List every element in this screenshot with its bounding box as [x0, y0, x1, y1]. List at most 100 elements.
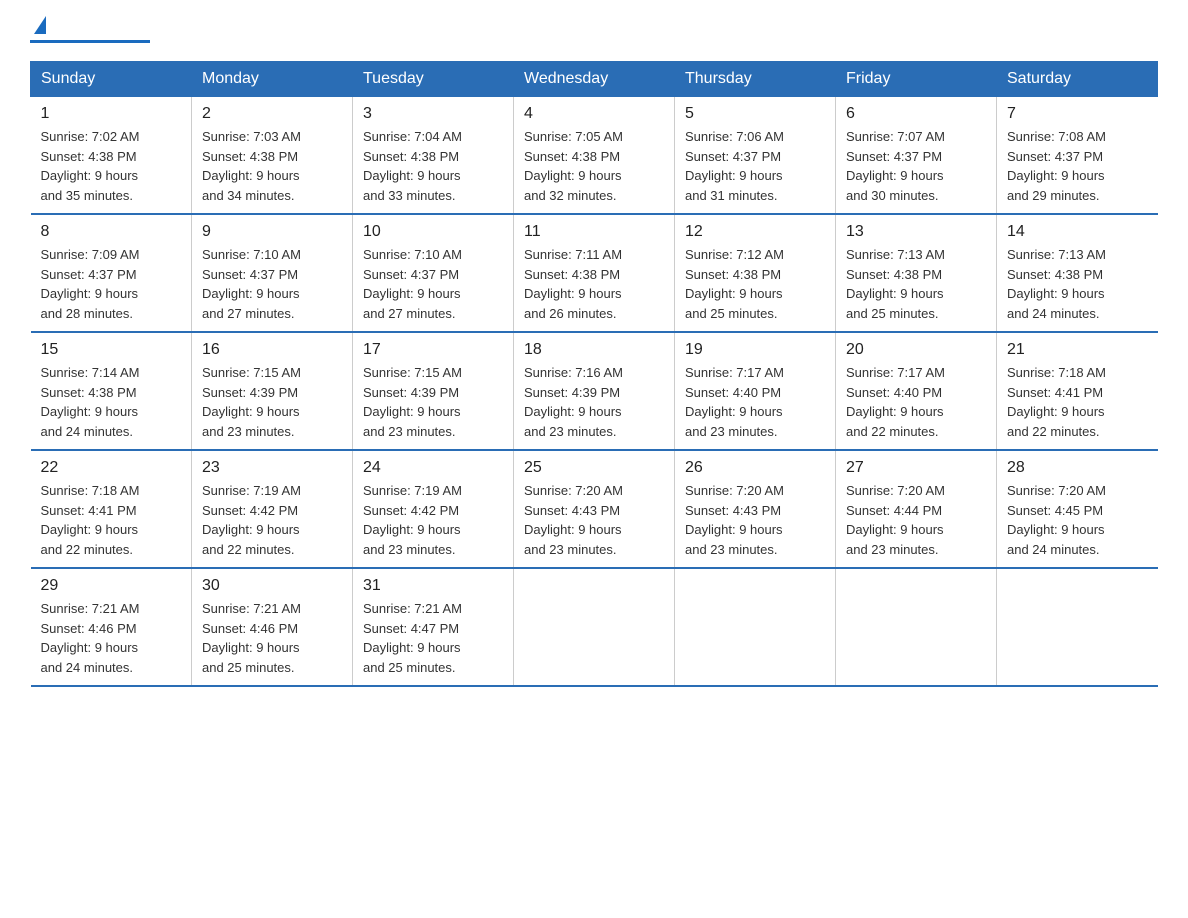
- day-number: 18: [524, 341, 664, 359]
- calendar-day-cell: 3 Sunrise: 7:04 AM Sunset: 4:38 PM Dayli…: [353, 97, 514, 215]
- calendar-day-cell: 29 Sunrise: 7:21 AM Sunset: 4:46 PM Dayl…: [31, 568, 192, 686]
- calendar-week-row: 15 Sunrise: 7:14 AM Sunset: 4:38 PM Dayl…: [31, 332, 1158, 450]
- day-number: 31: [363, 577, 503, 595]
- day-info: Sunrise: 7:20 AM Sunset: 4:44 PM Dayligh…: [846, 481, 986, 559]
- logo: [30, 20, 150, 43]
- day-info: Sunrise: 7:11 AM Sunset: 4:38 PM Dayligh…: [524, 245, 664, 323]
- day-number: 15: [41, 341, 182, 359]
- day-info: Sunrise: 7:10 AM Sunset: 4:37 PM Dayligh…: [202, 245, 342, 323]
- empty-cell: [836, 568, 997, 686]
- day-number: 19: [685, 341, 825, 359]
- day-number: 16: [202, 341, 342, 359]
- day-number: 26: [685, 459, 825, 477]
- calendar-day-cell: 12 Sunrise: 7:12 AM Sunset: 4:38 PM Dayl…: [675, 214, 836, 332]
- empty-cell: [675, 568, 836, 686]
- day-info: Sunrise: 7:21 AM Sunset: 4:47 PM Dayligh…: [363, 599, 503, 677]
- day-info: Sunrise: 7:17 AM Sunset: 4:40 PM Dayligh…: [685, 363, 825, 441]
- day-info: Sunrise: 7:20 AM Sunset: 4:45 PM Dayligh…: [1007, 481, 1148, 559]
- day-number: 3: [363, 105, 503, 123]
- day-number: 21: [1007, 341, 1148, 359]
- calendar-day-cell: 21 Sunrise: 7:18 AM Sunset: 4:41 PM Dayl…: [997, 332, 1158, 450]
- calendar-day-cell: 10 Sunrise: 7:10 AM Sunset: 4:37 PM Dayl…: [353, 214, 514, 332]
- calendar-day-cell: 28 Sunrise: 7:20 AM Sunset: 4:45 PM Dayl…: [997, 450, 1158, 568]
- calendar-week-row: 22 Sunrise: 7:18 AM Sunset: 4:41 PM Dayl…: [31, 450, 1158, 568]
- day-info: Sunrise: 7:08 AM Sunset: 4:37 PM Dayligh…: [1007, 127, 1148, 205]
- calendar-day-cell: 26 Sunrise: 7:20 AM Sunset: 4:43 PM Dayl…: [675, 450, 836, 568]
- calendar-day-cell: 19 Sunrise: 7:17 AM Sunset: 4:40 PM Dayl…: [675, 332, 836, 450]
- calendar-header-row: SundayMondayTuesdayWednesdayThursdayFrid…: [31, 62, 1158, 97]
- empty-cell: [514, 568, 675, 686]
- calendar-day-cell: 17 Sunrise: 7:15 AM Sunset: 4:39 PM Dayl…: [353, 332, 514, 450]
- day-info: Sunrise: 7:13 AM Sunset: 4:38 PM Dayligh…: [846, 245, 986, 323]
- day-number: 25: [524, 459, 664, 477]
- day-number: 4: [524, 105, 664, 123]
- day-info: Sunrise: 7:20 AM Sunset: 4:43 PM Dayligh…: [685, 481, 825, 559]
- day-info: Sunrise: 7:12 AM Sunset: 4:38 PM Dayligh…: [685, 245, 825, 323]
- calendar-day-cell: 30 Sunrise: 7:21 AM Sunset: 4:46 PM Dayl…: [192, 568, 353, 686]
- calendar-day-cell: 1 Sunrise: 7:02 AM Sunset: 4:38 PM Dayli…: [31, 97, 192, 215]
- day-number: 6: [846, 105, 986, 123]
- calendar-day-cell: 7 Sunrise: 7:08 AM Sunset: 4:37 PM Dayli…: [997, 97, 1158, 215]
- day-number: 20: [846, 341, 986, 359]
- calendar-week-row: 29 Sunrise: 7:21 AM Sunset: 4:46 PM Dayl…: [31, 568, 1158, 686]
- day-number: 17: [363, 341, 503, 359]
- day-info: Sunrise: 7:06 AM Sunset: 4:37 PM Dayligh…: [685, 127, 825, 205]
- logo-line: [30, 40, 150, 43]
- day-info: Sunrise: 7:18 AM Sunset: 4:41 PM Dayligh…: [1007, 363, 1148, 441]
- day-number: 8: [41, 223, 182, 241]
- day-number: 24: [363, 459, 503, 477]
- day-number: 12: [685, 223, 825, 241]
- day-info: Sunrise: 7:15 AM Sunset: 4:39 PM Dayligh…: [202, 363, 342, 441]
- calendar-week-row: 8 Sunrise: 7:09 AM Sunset: 4:37 PM Dayli…: [31, 214, 1158, 332]
- day-info: Sunrise: 7:10 AM Sunset: 4:37 PM Dayligh…: [363, 245, 503, 323]
- header-sunday: Sunday: [31, 62, 192, 97]
- day-number: 7: [1007, 105, 1148, 123]
- day-number: 27: [846, 459, 986, 477]
- day-info: Sunrise: 7:15 AM Sunset: 4:39 PM Dayligh…: [363, 363, 503, 441]
- day-number: 22: [41, 459, 182, 477]
- calendar-day-cell: 31 Sunrise: 7:21 AM Sunset: 4:47 PM Dayl…: [353, 568, 514, 686]
- header-friday: Friday: [836, 62, 997, 97]
- calendar-day-cell: 23 Sunrise: 7:19 AM Sunset: 4:42 PM Dayl…: [192, 450, 353, 568]
- calendar-table: SundayMondayTuesdayWednesdayThursdayFrid…: [30, 61, 1158, 687]
- calendar-day-cell: 9 Sunrise: 7:10 AM Sunset: 4:37 PM Dayli…: [192, 214, 353, 332]
- day-info: Sunrise: 7:17 AM Sunset: 4:40 PM Dayligh…: [846, 363, 986, 441]
- calendar-day-cell: 13 Sunrise: 7:13 AM Sunset: 4:38 PM Dayl…: [836, 214, 997, 332]
- day-info: Sunrise: 7:04 AM Sunset: 4:38 PM Dayligh…: [363, 127, 503, 205]
- header-thursday: Thursday: [675, 62, 836, 97]
- day-number: 23: [202, 459, 342, 477]
- day-number: 9: [202, 223, 342, 241]
- calendar-day-cell: 18 Sunrise: 7:16 AM Sunset: 4:39 PM Dayl…: [514, 332, 675, 450]
- calendar-week-row: 1 Sunrise: 7:02 AM Sunset: 4:38 PM Dayli…: [31, 97, 1158, 215]
- calendar-day-cell: 22 Sunrise: 7:18 AM Sunset: 4:41 PM Dayl…: [31, 450, 192, 568]
- logo-triangle-icon: [34, 16, 46, 34]
- calendar-day-cell: 5 Sunrise: 7:06 AM Sunset: 4:37 PM Dayli…: [675, 97, 836, 215]
- empty-cell: [997, 568, 1158, 686]
- calendar-day-cell: 20 Sunrise: 7:17 AM Sunset: 4:40 PM Dayl…: [836, 332, 997, 450]
- day-number: 10: [363, 223, 503, 241]
- day-info: Sunrise: 7:19 AM Sunset: 4:42 PM Dayligh…: [363, 481, 503, 559]
- day-number: 11: [524, 223, 664, 241]
- day-info: Sunrise: 7:02 AM Sunset: 4:38 PM Dayligh…: [41, 127, 182, 205]
- calendar-day-cell: 24 Sunrise: 7:19 AM Sunset: 4:42 PM Dayl…: [353, 450, 514, 568]
- calendar-day-cell: 14 Sunrise: 7:13 AM Sunset: 4:38 PM Dayl…: [997, 214, 1158, 332]
- calendar-day-cell: 6 Sunrise: 7:07 AM Sunset: 4:37 PM Dayli…: [836, 97, 997, 215]
- day-number: 28: [1007, 459, 1148, 477]
- day-info: Sunrise: 7:09 AM Sunset: 4:37 PM Dayligh…: [41, 245, 182, 323]
- day-info: Sunrise: 7:20 AM Sunset: 4:43 PM Dayligh…: [524, 481, 664, 559]
- day-number: 30: [202, 577, 342, 595]
- calendar-day-cell: 16 Sunrise: 7:15 AM Sunset: 4:39 PM Dayl…: [192, 332, 353, 450]
- header-monday: Monday: [192, 62, 353, 97]
- day-info: Sunrise: 7:21 AM Sunset: 4:46 PM Dayligh…: [41, 599, 182, 677]
- day-number: 2: [202, 105, 342, 123]
- header-wednesday: Wednesday: [514, 62, 675, 97]
- day-info: Sunrise: 7:18 AM Sunset: 4:41 PM Dayligh…: [41, 481, 182, 559]
- day-number: 29: [41, 577, 182, 595]
- day-number: 14: [1007, 223, 1148, 241]
- day-info: Sunrise: 7:13 AM Sunset: 4:38 PM Dayligh…: [1007, 245, 1148, 323]
- day-info: Sunrise: 7:14 AM Sunset: 4:38 PM Dayligh…: [41, 363, 182, 441]
- calendar-day-cell: 27 Sunrise: 7:20 AM Sunset: 4:44 PM Dayl…: [836, 450, 997, 568]
- calendar-day-cell: 25 Sunrise: 7:20 AM Sunset: 4:43 PM Dayl…: [514, 450, 675, 568]
- calendar-day-cell: 4 Sunrise: 7:05 AM Sunset: 4:38 PM Dayli…: [514, 97, 675, 215]
- day-info: Sunrise: 7:19 AM Sunset: 4:42 PM Dayligh…: [202, 481, 342, 559]
